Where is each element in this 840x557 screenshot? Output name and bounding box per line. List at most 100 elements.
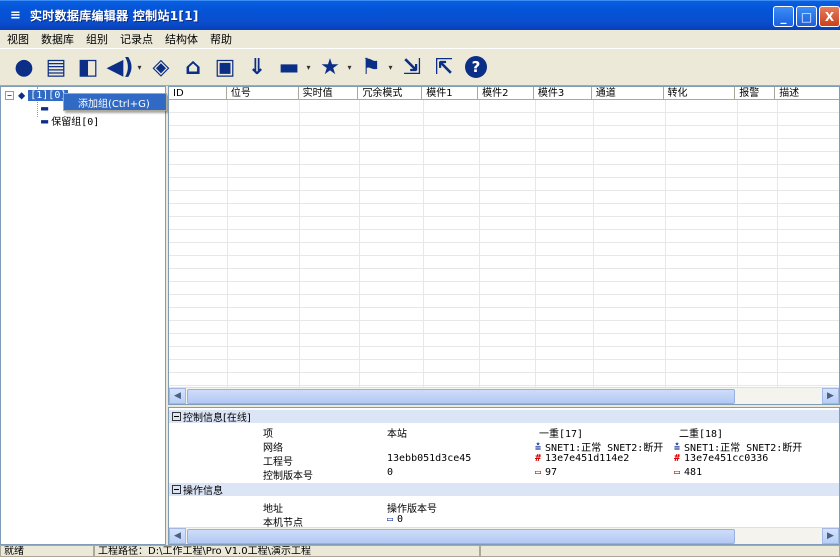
window-title: 实时数据库编辑器 控制站1[1] xyxy=(30,9,199,23)
version-primary-value: 97 xyxy=(545,467,558,478)
scroll-thumb[interactable] xyxy=(187,528,735,544)
title-bar: ≡ 实时数据库编辑器 控制站1[1] _ □ X xyxy=(0,0,840,30)
grid-hscrollbar[interactable]: ◀ ▶ xyxy=(169,387,839,404)
status-project-path: 工程路径：D:\工作工程\Pro V1.0工程\演示工程 xyxy=(94,545,480,557)
grid-divider xyxy=(777,100,778,388)
grid-divider xyxy=(359,100,360,388)
speaker-icon[interactable]: ◀) xyxy=(104,51,136,83)
alarm-icon[interactable]: ⌂ xyxy=(177,51,209,83)
col-value[interactable]: 实时值 xyxy=(299,87,359,100)
context-menu-add-group[interactable]: 添加组(Ctrl+G) xyxy=(63,93,167,111)
scroll-left-icon[interactable]: ◀ xyxy=(169,388,186,404)
comment-icon: ▭ xyxy=(674,467,681,478)
import-icon[interactable]: ◧ xyxy=(72,51,104,83)
grid-divider xyxy=(423,100,424,388)
close-button[interactable]: X xyxy=(819,6,840,27)
header-address: 地址 xyxy=(263,504,283,515)
tag-icon[interactable]: ◈ xyxy=(145,51,177,83)
scroll-right-icon[interactable]: ▶ xyxy=(822,528,839,544)
comment-dropdown-icon[interactable]: ▾ xyxy=(305,63,312,72)
col-desc[interactable]: 描述 xyxy=(775,87,839,100)
op-info-header[interactable]: 操作信息 xyxy=(169,483,839,497)
menu-bar: 视图 数据库 组别 记录点 结构体 帮助 xyxy=(0,30,840,48)
minimize-button[interactable]: _ xyxy=(773,6,794,27)
header-local: 本站 xyxy=(387,429,407,440)
grid-divider xyxy=(665,100,666,388)
row-network-primary: ≛ SNET1:正常 SNET2:断开 xyxy=(535,439,663,454)
row-version-local: 0 xyxy=(387,467,394,478)
collapse-icon[interactable] xyxy=(172,412,181,421)
col-module3[interactable]: 模件3 xyxy=(534,87,592,100)
print-icon[interactable]: ▤ xyxy=(40,51,72,83)
grid-header: ID 位号 实时值 冗余模式 模件1 模件2 模件3 通道 转化 报警 描述 xyxy=(169,87,839,100)
tree-group-label[interactable]: 保留组[0] xyxy=(51,113,99,128)
col-redundancy[interactable]: 冗余模式 xyxy=(358,87,423,100)
import-x-icon[interactable]: ⇱ xyxy=(428,51,460,83)
flag-dropdown-icon[interactable]: ▾ xyxy=(387,63,394,72)
menu-help[interactable]: 帮助 xyxy=(203,31,237,47)
col-alarm[interactable]: 报警 xyxy=(735,87,776,100)
project-secondary-value: 13e7e451cc0336 xyxy=(684,453,769,464)
station-tree: − ◆ [1][0] ▬ ▬ 保留组[0] xyxy=(0,86,166,545)
row-version-secondary: ▭ 481 xyxy=(674,467,702,478)
control-info-header[interactable]: 控制信息[在线] xyxy=(169,410,839,424)
col-module1[interactable]: 模件1 xyxy=(422,87,479,100)
star-dropdown-icon[interactable]: ▾ xyxy=(346,63,353,72)
grid-divider xyxy=(593,100,594,388)
app-menu-icon[interactable]: ≡ xyxy=(10,8,24,23)
col-conversion[interactable]: 转化 xyxy=(664,87,736,100)
comment-icon: ▭ xyxy=(535,467,542,478)
star-icon[interactable]: ★ xyxy=(314,51,346,83)
menu-group[interactable]: 组别 xyxy=(79,31,113,47)
col-tag[interactable]: 位号 xyxy=(227,87,299,100)
grid-divider xyxy=(535,100,536,388)
header-primary: 一重[17] xyxy=(539,429,584,440)
project-primary-value: 13e7e451d114e2 xyxy=(545,453,630,464)
export-icon[interactable]: ⇲ xyxy=(396,51,428,83)
row-project-primary: #13e7e451d114e2 xyxy=(535,453,629,464)
hash-icon: # xyxy=(535,453,542,464)
row-network-label: 网络 xyxy=(263,443,283,454)
help-label: ? xyxy=(465,56,487,78)
trend-icon[interactable]: ▣ xyxy=(209,51,241,83)
row-project-label: 工程号 xyxy=(263,457,293,468)
grid-body[interactable] xyxy=(169,100,839,388)
flag-icon[interactable]: ⚑ xyxy=(355,51,387,83)
scroll-left-icon[interactable]: ◀ xyxy=(169,528,186,544)
header-item: 项 xyxy=(263,429,273,440)
control-info-title: 控制信息[在线] xyxy=(183,413,251,424)
comment-icon[interactable]: ▬ xyxy=(273,51,305,83)
menu-database[interactable]: 数据库 xyxy=(34,31,79,47)
row-node-value: ▭ 0 xyxy=(387,514,403,525)
info-hscrollbar[interactable]: ◀ ▶ xyxy=(169,527,839,544)
speaker-dropdown-icon[interactable]: ▾ xyxy=(136,63,143,72)
comment-icon: ▭ xyxy=(387,514,394,525)
menu-struct[interactable]: 结构体 xyxy=(158,31,203,47)
tree-collapse-icon[interactable]: − xyxy=(5,90,14,100)
maximize-button[interactable]: □ xyxy=(796,6,817,27)
col-id[interactable]: ID xyxy=(169,87,227,100)
user-icon[interactable]: ● xyxy=(8,51,40,83)
menu-view[interactable]: 视图 xyxy=(0,31,34,47)
station-icon: ◆ xyxy=(18,88,26,102)
version-secondary-value: 481 xyxy=(684,467,703,478)
row-network-secondary: ≛ SNET1:正常 SNET2:断开 xyxy=(674,439,802,454)
download-icon[interactable]: ⇓ xyxy=(241,51,273,83)
menu-record[interactable]: 记录点 xyxy=(113,31,158,47)
points-grid: ID 位号 实时值 冗余模式 模件1 模件2 模件3 通道 转化 报警 描述 ◀… xyxy=(168,86,840,405)
collapse-icon[interactable] xyxy=(172,485,181,494)
op-info-title: 操作信息 xyxy=(183,486,223,497)
help-icon[interactable]: ? xyxy=(460,51,492,83)
toolbar: ● ▤ ◧ ◀) ▾ ◈ ⌂ ▣ ⇓ ▬ ▾ ★ ▾ ⚑ ▾ ⇲ ⇱ ? xyxy=(0,48,840,86)
col-module2[interactable]: 模件2 xyxy=(478,87,534,100)
tree-root-node[interactable]: − ◆ [1][0] xyxy=(5,88,69,102)
scroll-right-icon[interactable]: ▶ xyxy=(822,388,839,404)
row-project-local: 13ebb051d3ce45 xyxy=(387,453,472,464)
status-ready: 就绪 xyxy=(0,545,94,557)
scroll-thumb[interactable] xyxy=(187,388,735,404)
row-version-primary: ▭ 97 xyxy=(535,467,557,478)
header-secondary: 二重[18] xyxy=(679,429,724,440)
grid-divider xyxy=(227,100,228,388)
col-channel[interactable]: 通道 xyxy=(592,87,664,100)
tree-group-node-2[interactable]: ▬ 保留组[0] xyxy=(41,113,99,129)
